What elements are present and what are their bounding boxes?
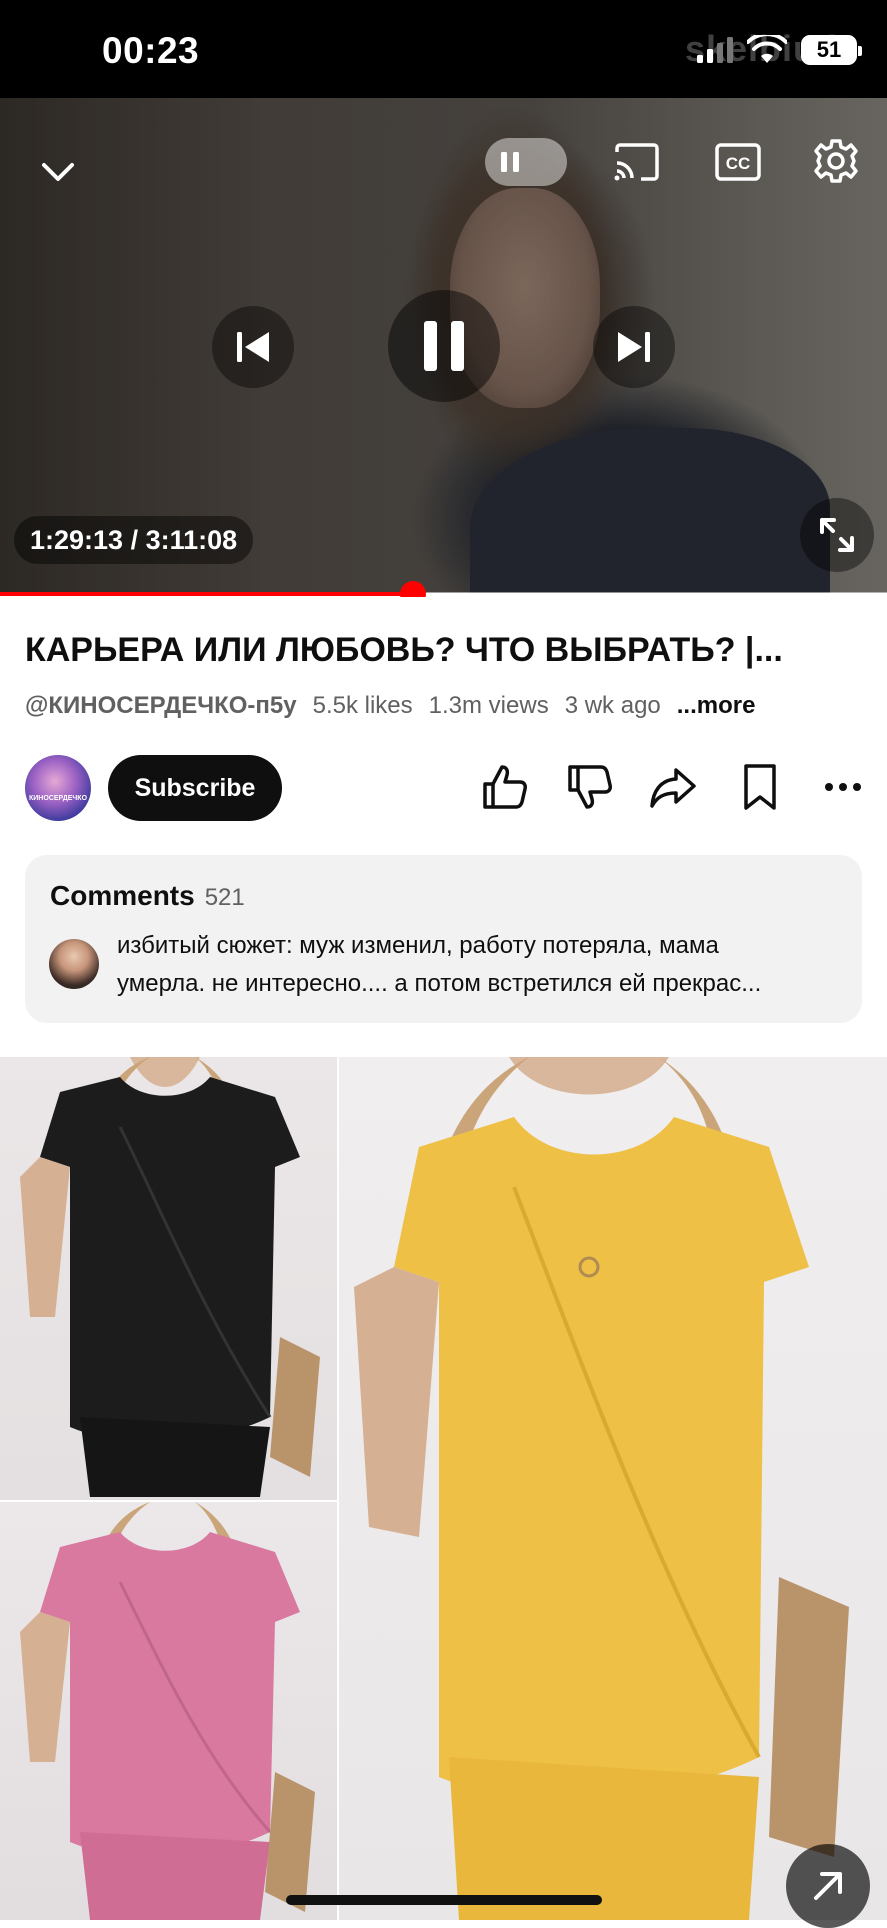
bookmark-icon (744, 764, 776, 810)
progress-fill (0, 592, 414, 596)
wifi-icon (747, 35, 787, 63)
status-icons: 51 (697, 30, 862, 70)
autoplay-toggle[interactable] (485, 138, 567, 186)
top-comment-line-2: умерла. не интересно.... а потом встрети… (117, 970, 762, 997)
signal-icon (697, 37, 733, 63)
home-indicator[interactable] (286, 1895, 602, 1905)
arrow-up-right-icon (814, 1872, 842, 1900)
cast-icon (614, 143, 659, 181)
channel-avatar[interactable]: КИНОСЕРДЕЧКО (25, 755, 91, 821)
video-title[interactable]: КАРЬЕРА ИЛИ ЛЮБОВЬ? ЧТО ВЫБРАТЬ? |... (25, 631, 865, 670)
collapse-button[interactable] (36, 150, 80, 194)
comments-count: 521 (204, 884, 245, 911)
cast-button[interactable] (612, 140, 662, 184)
settings-button[interactable] (812, 137, 860, 185)
product-image-black[interactable] (0, 1057, 337, 1500)
comments-header: Comments 521 (50, 880, 245, 912)
open-ad-button[interactable] (786, 1844, 870, 1928)
product-ad[interactable] (0, 1057, 887, 1920)
upload-age: 3 wk ago (564, 692, 661, 719)
status-time: 00:23 (102, 30, 200, 71)
views-count: 1.3m views (428, 692, 549, 719)
like-button[interactable] (477, 759, 533, 815)
battery-icon: 51 (801, 35, 862, 65)
black-outfit-image (20, 1057, 320, 1497)
fullscreen-button[interactable] (800, 498, 874, 572)
video-meta[interactable]: @КИНОСЕРДЕЧКО-п5у 5.5k likes 1.3m views … (25, 692, 755, 720)
time-display: 1:29:13 / 3:11:08 (14, 516, 254, 564)
thumbs-up-icon (483, 765, 527, 809)
status-bar: 00:23 skelbiu.lt 51 (0, 0, 887, 98)
chevron-down-icon (42, 163, 74, 181)
next-icon (618, 332, 650, 362)
channel-avatar-text: КИНОСЕРДЕЧКО (28, 794, 88, 802)
pause-small-icon (501, 152, 519, 172)
previous-icon (237, 332, 269, 362)
top-comment-line-1: избитый сюжет: муж изменил, работу потер… (117, 932, 719, 959)
gear-icon (814, 139, 858, 183)
captions-button[interactable]: CC (713, 140, 763, 184)
svg-text:CC: CC (726, 154, 751, 173)
save-button[interactable] (732, 759, 788, 815)
likes-count: 5.5k likes (312, 692, 413, 719)
comments-label: Comments (50, 880, 195, 911)
share-icon (650, 768, 696, 808)
product-image-yellow[interactable] (339, 1057, 887, 1920)
product-image-pink[interactable] (0, 1502, 337, 1920)
dislike-button[interactable] (562, 759, 618, 815)
comments-panel[interactable]: Comments 521 избитый сюжет: муж изменил,… (25, 855, 862, 1023)
fullscreen-icon (820, 518, 854, 552)
more-actions-button[interactable] (815, 759, 871, 815)
channel-handle[interactable]: @КИНОСЕРДЕЧКО-п5у (25, 692, 297, 720)
share-button[interactable] (645, 759, 701, 815)
thumbs-down-icon (568, 765, 612, 809)
top-comment: избитый сюжет: муж изменил, работу потер… (117, 927, 837, 1003)
previous-button[interactable] (212, 306, 294, 388)
commenter-avatar (49, 939, 99, 989)
progress-bar[interactable] (0, 581, 887, 607)
more-link[interactable]: ...more (677, 692, 756, 720)
pause-icon (424, 321, 464, 371)
more-horizontal-icon (825, 783, 861, 791)
captions-icon: CC (715, 143, 761, 181)
pink-outfit-image (20, 1502, 315, 1920)
yellow-outfit-image (354, 1057, 849, 1920)
next-button[interactable] (593, 306, 675, 388)
subscribe-button[interactable]: Subscribe (108, 755, 282, 821)
video-info: КАРЬЕРА ИЛИ ЛЮБОВЬ? ЧТО ВЫБРАТЬ? |... @К… (0, 597, 887, 1057)
pause-button[interactable] (388, 290, 500, 402)
